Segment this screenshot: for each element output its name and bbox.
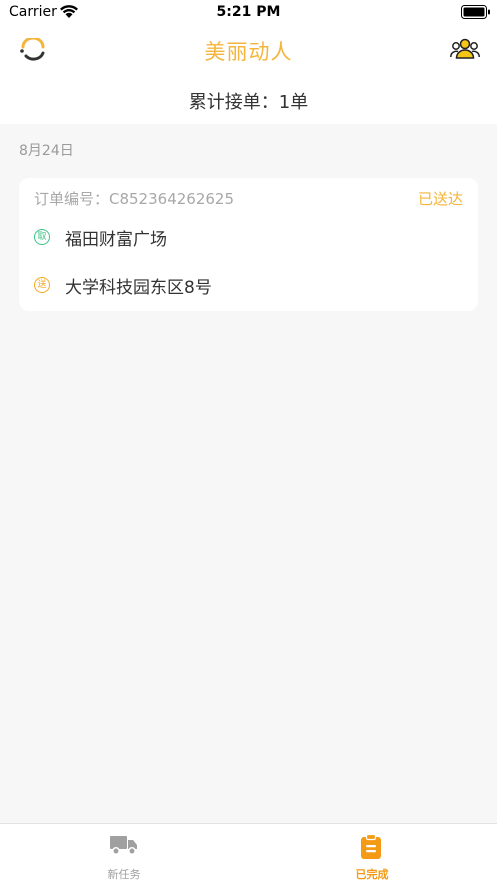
tab-new-tasks-label: 新任务 [107,868,141,881]
status-bar: Carrier 5:21 PM [0,0,497,26]
pickup-badge: 取 [34,229,50,245]
status-time: 5:21 PM [216,4,281,20]
total-orders-summary: 累计接单：1单 [188,92,309,113]
pickup-address: 福田财富广场 [65,230,167,250]
users-group-icon[interactable] [450,36,480,62]
clipboard-icon [361,834,381,859]
order-number: 订单编号：C852364262625 [34,190,234,208]
tab-completed[interactable]: 已完成 [248,824,496,883]
summary-bar: 累计接单：1单 [0,78,497,124]
navigation-bar: 美丽动人 [0,26,497,78]
tab-completed-label: 已完成 [355,868,389,881]
section-date: 8月24日 [19,143,74,159]
pickup-address-row: 取 福田财富广场 [34,225,464,250]
battery-icon [461,5,490,19]
tab-bar: 新任务 已完成 [0,823,497,883]
truck-icon [110,836,137,855]
order-card[interactable]: 订单编号：C852364262625 已送达 取 福田财富广场 送 大学科技园东… [19,178,478,311]
delivery-address-row: 送 大学科技园东区8号 [34,273,464,298]
page-title: 美丽动人 [204,40,293,64]
tab-new-tasks[interactable]: 新任务 [0,824,248,883]
delivery-badge: 送 [34,277,50,293]
order-status-badge: 已送达 [417,190,463,208]
delivery-address: 大学科技园东区8号 [65,278,212,298]
